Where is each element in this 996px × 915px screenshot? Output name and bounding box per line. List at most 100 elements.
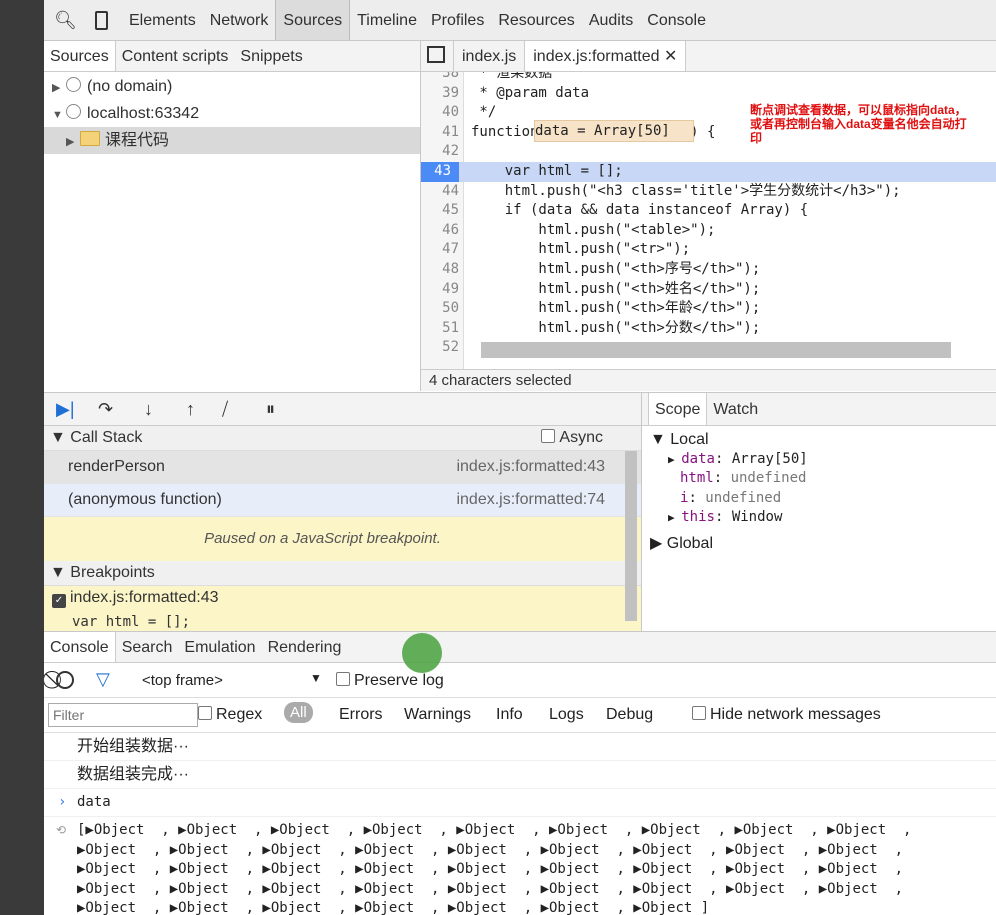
tab-sources[interactable]: Sources	[44, 41, 116, 71]
code-line[interactable]: 42	[421, 142, 996, 162]
line-number[interactable]: 38	[421, 72, 459, 84]
console-result[interactable]: ⟲ [▶Object , ▶Object , ▶Object , ▶Object…	[44, 817, 996, 915]
line-number[interactable]: 50	[421, 299, 459, 319]
tab-index-js-formatted[interactable]: index.js:formatted ✕	[525, 41, 687, 71]
line-number[interactable]: 49	[421, 280, 459, 300]
device-icon[interactable]	[90, 9, 112, 31]
expand-arrow-icon[interactable]: ▶	[66, 129, 80, 156]
call-stack-header[interactable]: ▼ Call Stack Async	[44, 426, 641, 451]
toggle-navigator-button[interactable]	[421, 41, 454, 71]
line-number[interactable]: 51	[421, 319, 459, 339]
resume-icon[interactable]: ▶|	[56, 399, 75, 420]
line-number[interactable]: 47	[421, 240, 459, 260]
line-number[interactable]: 46	[421, 221, 459, 241]
domain-icon	[66, 104, 81, 119]
step-over-icon[interactable]: ↷	[98, 399, 113, 420]
code-line[interactable]: 43 var html = [];	[421, 162, 996, 182]
horizontal-scrollbar[interactable]	[481, 342, 951, 358]
scope-local[interactable]: ▼ Local	[650, 430, 996, 450]
line-number[interactable]: 48	[421, 260, 459, 280]
code-line[interactable]: 46 html.push("<table>");	[421, 221, 996, 241]
code-line[interactable]: 48 html.push("<th>序号</th>");	[421, 260, 996, 280]
tree-item-localhost[interactable]: ▼ localhost:63342	[44, 100, 420, 127]
tab-index-js[interactable]: index.js	[454, 41, 526, 71]
breakpoint-checkbox[interactable]: ✓	[52, 594, 66, 608]
close-icon[interactable]: ✕	[664, 48, 677, 65]
panel-tab-console[interactable]: Console	[640, 0, 713, 40]
expand-arrow-icon[interactable]: ▶	[668, 511, 681, 524]
tree-item-folder[interactable]: ▶ 课程代码	[44, 127, 420, 154]
expand-arrow-icon[interactable]: ▶	[52, 75, 66, 102]
scope-var-i[interactable]: i: undefined	[650, 489, 996, 509]
tree-item-no-domain[interactable]: ▶ (no domain)	[44, 73, 420, 100]
line-number[interactable]: 45	[421, 201, 459, 221]
tab-console[interactable]: Console	[44, 632, 116, 662]
code-line[interactable]: 49 html.push("<th>姓名</th>");	[421, 280, 996, 300]
level-logs[interactable]: Logs	[549, 706, 584, 724]
preserve-log-checkbox[interactable]: Preserve log	[336, 672, 444, 690]
call-frame[interactable]: (anonymous function) index.js:formatted:…	[44, 484, 641, 517]
object-line[interactable]: [▶Object , ▶Object , ▶Object , ▶Object ,…	[44, 821, 996, 841]
object-line[interactable]: ▶Object , ▶Object , ▶Object , ▶Object , …	[44, 899, 996, 915]
filter-input[interactable]	[48, 703, 198, 727]
object-line[interactable]: ▶Object , ▶Object , ▶Object , ▶Object , …	[44, 841, 996, 861]
tab-watch[interactable]: Watch	[707, 393, 764, 425]
panel-tab-resources[interactable]: Resources	[491, 0, 581, 40]
panel-tab-network[interactable]: Network	[203, 0, 276, 40]
hide-network-checkbox[interactable]: Hide network messages	[692, 706, 881, 724]
tab-rendering[interactable]: Rendering	[262, 632, 348, 662]
panel-tab-audits[interactable]: Audits	[582, 0, 640, 40]
level-warnings[interactable]: Warnings	[404, 706, 471, 724]
step-into-icon[interactable]: ↓	[144, 399, 153, 420]
tab-scope[interactable]: Scope	[648, 393, 708, 425]
line-number[interactable]: 52	[421, 338, 459, 358]
scope-var-html[interactable]: html: undefined	[650, 469, 996, 489]
chevron-down-icon[interactable]: ▼	[310, 671, 322, 685]
scope-var-this[interactable]: ▶ this: Window	[650, 508, 996, 528]
panel-tab-profiles[interactable]: Profiles	[424, 0, 491, 40]
tab-content-scripts[interactable]: Content scripts	[116, 41, 235, 71]
breakpoints-header[interactable]: ▼ Breakpoints	[44, 561, 641, 586]
filter-icon[interactable]: ▽	[96, 669, 110, 690]
code-line[interactable]: 38 * 渲染数据	[421, 72, 996, 84]
scope-var-data[interactable]: ▶ data: Array[50]	[650, 450, 996, 470]
level-all[interactable]: All	[284, 702, 313, 723]
panel-tab-timeline[interactable]: Timeline	[350, 0, 424, 40]
code-line[interactable]: 51 html.push("<th>分数</th>");	[421, 319, 996, 339]
call-frame[interactable]: renderPerson index.js:formatted:43	[44, 451, 641, 484]
level-info[interactable]: Info	[496, 706, 523, 724]
code-line[interactable]: 39 * @param data	[421, 84, 996, 104]
regex-checkbox[interactable]: Regex	[198, 706, 262, 724]
level-debug[interactable]: Debug	[606, 706, 653, 724]
collapse-arrow-icon[interactable]: ▼	[52, 102, 66, 129]
line-number[interactable]: 41	[421, 123, 459, 143]
object-line[interactable]: ▶Object , ▶Object , ▶Object , ▶Object , …	[44, 880, 996, 900]
pause-on-exceptions-icon[interactable]: ⏸	[266, 399, 275, 420]
panel-tab-sources[interactable]: Sources	[275, 0, 351, 40]
line-number[interactable]: 39	[421, 84, 459, 104]
deactivate-breakpoints-icon[interactable]: ⧸	[222, 399, 228, 420]
tab-snippets[interactable]: Snippets	[234, 41, 308, 71]
expand-arrow-icon[interactable]: ▶	[668, 453, 681, 466]
line-number[interactable]: 43	[421, 162, 459, 182]
tab-emulation[interactable]: Emulation	[178, 632, 261, 662]
level-errors[interactable]: Errors	[339, 706, 383, 724]
tab-search[interactable]: Search	[116, 632, 179, 662]
vertical-scrollbar[interactable]	[625, 451, 637, 621]
line-number[interactable]: 42	[421, 142, 459, 162]
line-number[interactable]: 44	[421, 182, 459, 202]
object-line[interactable]: ▶Object , ▶Object , ▶Object , ▶Object , …	[44, 860, 996, 880]
panel-tab-elements[interactable]: Elements	[122, 0, 203, 40]
code-line[interactable]: 44 html.push("<h3 class='title'>学生分数统计</…	[421, 182, 996, 202]
clear-console-icon[interactable]	[56, 671, 74, 689]
breakpoint-item[interactable]: ✓ index.js:formatted:43	[44, 586, 641, 610]
code-line[interactable]: 50 html.push("<th>年龄</th>");	[421, 299, 996, 319]
code-line[interactable]: 47 html.push("<tr>");	[421, 240, 996, 260]
scope-global[interactable]: ▶ Global	[650, 534, 996, 554]
line-number[interactable]: 40	[421, 103, 459, 123]
frame-selector[interactable]: <top frame>	[142, 672, 223, 689]
code-line[interactable]: 45 if (data && data instanceof Array) {	[421, 201, 996, 221]
step-out-icon[interactable]: ↑	[186, 399, 195, 420]
async-checkbox[interactable]: Async	[541, 426, 603, 450]
search-icon[interactable]: 🔍︎	[54, 9, 77, 31]
